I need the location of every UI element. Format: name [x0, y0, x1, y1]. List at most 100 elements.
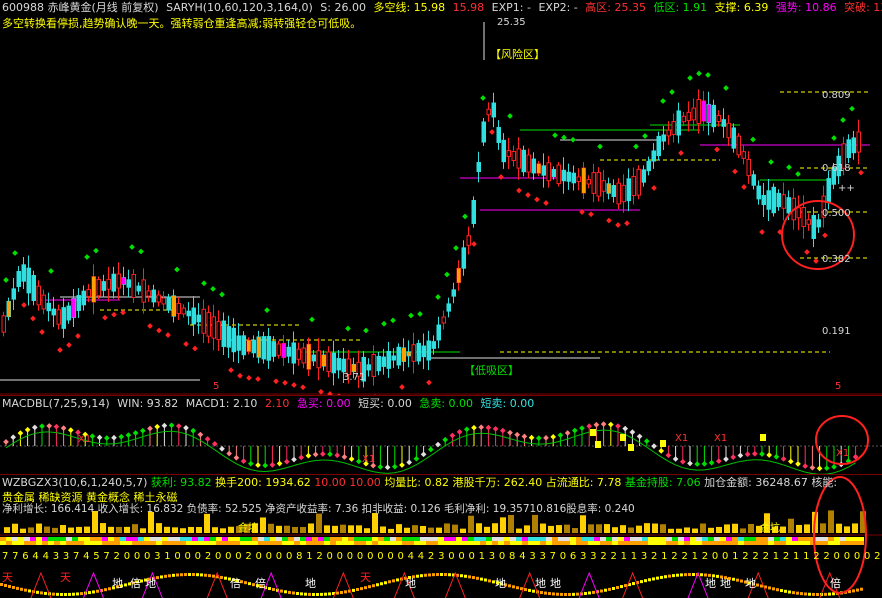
stripe: [642, 541, 648, 545]
stripe: [294, 537, 300, 541]
volume-block: [596, 524, 602, 533]
volume-block: [300, 527, 306, 533]
candle-body: [447, 304, 451, 311]
volume-block: [548, 526, 554, 533]
macd-line: [712, 467, 719, 469]
macd-line: [172, 431, 179, 432]
macd-line: [553, 441, 560, 443]
candle-highlight: [92, 277, 96, 302]
macd-title[interactable]: MACDBL(7,25,9,14): [2, 397, 110, 410]
stripe: [306, 537, 312, 541]
stripe: [222, 537, 228, 541]
volume-block: [36, 524, 42, 533]
stripe: [408, 541, 414, 545]
macd-dot: [752, 451, 758, 457]
stripe: [432, 541, 438, 545]
macd-dot: [486, 425, 492, 431]
volume-block: [500, 517, 506, 533]
stripe: [144, 537, 150, 541]
sar-dot: [858, 170, 864, 176]
stripe: [228, 537, 234, 541]
macd-dot: [529, 435, 535, 441]
macd-dot: [313, 452, 319, 458]
candle-body: [297, 349, 301, 359]
volume-block: [444, 523, 450, 533]
candle-body: [192, 308, 196, 324]
macd-line: [834, 470, 841, 472]
stripe: [420, 541, 426, 545]
sar-dot: [147, 323, 153, 329]
macd-dot: [795, 461, 801, 467]
stripe: [618, 537, 624, 541]
stripe: [456, 541, 462, 545]
macd-dot: [298, 455, 304, 461]
volume-block: [228, 527, 234, 533]
macd-line: [366, 470, 373, 472]
candle-body: [782, 195, 786, 208]
stripe: [348, 537, 354, 541]
tian-label: 天: [60, 569, 71, 585]
stripe: [630, 537, 636, 541]
macd-dot: [601, 421, 607, 427]
volume-block: [20, 529, 26, 533]
sar-dot: [66, 342, 72, 348]
sar-dot: [84, 254, 90, 260]
x1-mark: X1: [714, 433, 727, 444]
indicator-name[interactable]: SARYH(10,60,120,3,164,0): [166, 1, 313, 14]
stripe: [306, 541, 312, 545]
stripe: [330, 537, 336, 541]
volume-block: [420, 526, 426, 533]
sar-dot: [93, 248, 99, 254]
stripe: [690, 537, 696, 541]
macd-line: [222, 455, 229, 460]
sar-dot: [219, 292, 225, 298]
stripe: [720, 541, 726, 545]
stripe: [816, 541, 822, 545]
stripe: [552, 537, 558, 541]
finance-title[interactable]: WZBGZX3(10,6,1,240,5,7): [2, 476, 147, 489]
macd-dot: [392, 464, 398, 470]
candle-body: [422, 346, 426, 357]
main-chart-panel[interactable]: 600988 赤峰黄金(月线 前复权) SARYH(10,60,120,3,16…: [0, 0, 882, 395]
stripe: [648, 537, 654, 541]
stripe: [222, 541, 228, 545]
macd-dot: [522, 434, 528, 440]
candle-body: [157, 295, 161, 302]
stripe: [636, 537, 642, 541]
candle-highlight: [247, 340, 251, 351]
stripe: [120, 537, 126, 541]
stripe: [432, 537, 438, 541]
stripe: [798, 541, 804, 545]
volume-block: [748, 524, 754, 533]
stripe: [714, 541, 720, 545]
candle-body: [97, 280, 101, 296]
volume-block: [628, 527, 634, 533]
macd-dot: [788, 459, 794, 465]
stripe: [360, 541, 366, 545]
stripe: [186, 541, 192, 545]
macd-panel[interactable]: MACDBL(7,25,9,14) WIN: 93.82 MACD1: 2.10…: [0, 395, 882, 474]
candle-highlight: [282, 343, 286, 357]
stripe: [150, 537, 156, 541]
candle-body: [692, 108, 696, 120]
macd-dot: [680, 459, 686, 465]
macd-line: [647, 447, 654, 452]
candle-body: [742, 152, 746, 159]
macd-line: [28, 433, 35, 435]
stripe: [594, 537, 600, 541]
candle-body: [752, 175, 756, 185]
stripe: [336, 541, 342, 545]
stripe: [624, 537, 630, 541]
sar-dot: [57, 347, 63, 353]
candlestick-chart[interactable]: [0, 0, 882, 395]
volume-block: [532, 515, 538, 533]
candle-body: [202, 309, 206, 333]
volume-block: [540, 524, 546, 533]
candle-body: [777, 193, 781, 206]
macd-dot: [3, 439, 9, 445]
stripe: [78, 541, 84, 545]
candle-body: [57, 310, 61, 324]
candle-body: [252, 340, 256, 353]
finance-panel[interactable]: WZBGZX3(10,6,1,240,5,7) 获利: 93.82 换手200:…: [0, 474, 882, 598]
stripe: [168, 537, 174, 541]
